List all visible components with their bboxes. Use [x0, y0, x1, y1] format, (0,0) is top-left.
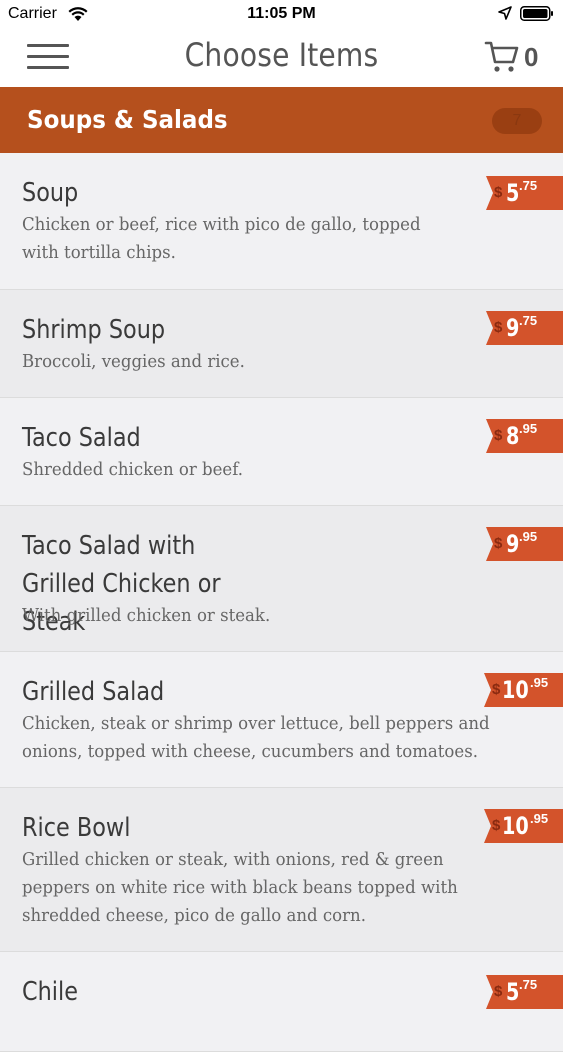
price-cents: .95 — [530, 675, 549, 690]
status-time: 11:05 PM — [247, 5, 316, 22]
item-description: Grilled chicken or steak, with onions, r… — [22, 849, 458, 926]
price-whole: 9 — [506, 314, 520, 342]
nav-bar: Choose Items 0 — [0, 28, 563, 87]
item-description: Shredded chicken or beef. — [22, 459, 244, 480]
status-bar: Carrier 11:05 PM — [0, 0, 563, 28]
menu-item-chile[interactable]: Chile $ 5 .75 — [0, 952, 563, 1052]
price-tag: $ 9 .75 — [486, 311, 563, 345]
menu-item-taco-salad-grilled[interactable]: Taco Salad with Grilled Chicken or Steak… — [0, 506, 563, 652]
menu-item-grilled-salad[interactable]: Grilled Salad Chicken, steak or shrimp o… — [0, 652, 563, 788]
item-name: Taco Salad — [22, 423, 141, 453]
menu-item-soup[interactable]: Soup Chicken or beef, rice with pico de … — [0, 153, 563, 290]
price-tag: $ 5 .75 — [486, 176, 563, 210]
price-whole: 5 — [506, 978, 520, 1006]
price-cents: .75 — [519, 977, 538, 992]
price-whole: 8 — [506, 422, 520, 450]
item-description: Chicken or beef, rice with pico de gallo… — [22, 214, 421, 263]
price-whole: 9 — [506, 530, 520, 558]
battery-icon — [520, 6, 553, 21]
price-cents: .95 — [519, 421, 538, 436]
price-cents: .95 — [530, 811, 549, 826]
item-name: Shrimp Soup — [22, 315, 166, 345]
price-tag: $ 9 .95 — [486, 527, 563, 561]
item-name: Chile — [22, 977, 78, 1007]
price-cents: .75 — [519, 178, 538, 193]
price-whole: 10 — [502, 676, 529, 704]
price-whole: 10 — [502, 812, 529, 840]
cart-button[interactable]: 0 — [484, 38, 544, 78]
price-tag: $ 10 .95 — [484, 673, 563, 707]
price-tag: $ 10 .95 — [484, 809, 563, 843]
price-cents: .75 — [519, 313, 538, 328]
menu-item-taco-salad[interactable]: Taco Salad Shredded chicken or beef. $ 8… — [0, 398, 563, 506]
item-description: Broccoli, veggies and rice. — [22, 351, 245, 372]
price-whole: 5 — [506, 179, 520, 207]
category-title: Soups & Salads — [27, 105, 228, 134]
location-arrow-icon — [498, 6, 512, 20]
category-header[interactable]: Soups & Salads 7 — [0, 87, 563, 153]
cart-count: 0 — [524, 42, 539, 72]
menu-item-rice-bowl[interactable]: Rice Bowl Grilled chicken or steak, with… — [0, 788, 563, 952]
page-title: Choose Items — [184, 36, 379, 74]
category-count-badge: 7 — [492, 108, 542, 134]
menu-item-shrimp-soup[interactable]: Shrimp Soup Broccoli, veggies and rice. … — [0, 290, 563, 398]
menu-list: Soup Chicken or beef, rice with pico de … — [0, 153, 563, 1052]
item-name: Grilled Salad — [22, 677, 165, 707]
cart-icon — [484, 41, 519, 72]
item-description: Chicken, steak or shrimp over lettuce, b… — [22, 713, 490, 762]
price-tag: $ 5 .75 — [486, 975, 563, 1009]
item-name: Rice Bowl — [22, 813, 131, 843]
price-cents: .95 — [519, 529, 538, 544]
item-name: Soup — [22, 178, 79, 208]
item-description: With grilled chicken or steak. — [22, 605, 271, 626]
price-tag: $ 8 .95 — [486, 419, 563, 453]
menu-icon[interactable] — [27, 44, 69, 70]
